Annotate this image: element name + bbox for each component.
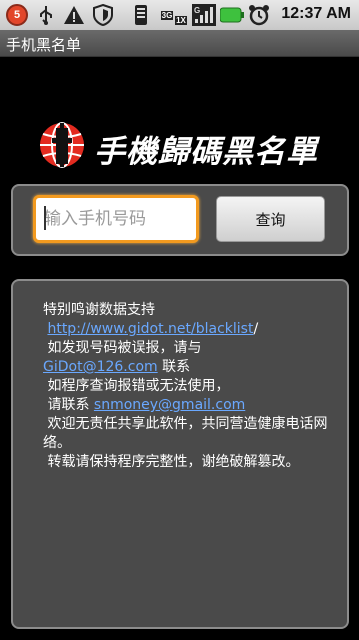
app-title: 手机黑名单 xyxy=(6,36,82,54)
info-integrity: 转载请保持程序完整性，谢绝破解篡改。 xyxy=(43,454,300,470)
info-report: 如发现号码被误报，请与 xyxy=(43,340,202,356)
gidot-email-link[interactable]: GiDot@126.com xyxy=(43,359,158,375)
signal-strength-icon: G xyxy=(192,4,216,26)
info-contact-suffix: 联系 xyxy=(157,359,191,375)
text-cursor xyxy=(44,206,46,230)
phone-number-input[interactable] xyxy=(33,195,199,243)
globe-logo-icon xyxy=(36,120,88,170)
info-link-line: http://www.gidot.net/blacklist/ xyxy=(43,320,343,339)
info-thanks: 特别鸣谢数据支持 xyxy=(43,302,155,318)
status-clock: 12:37 AM xyxy=(281,5,351,22)
info-text: 特别鸣谢数据支持 http://www.gidot.net/blacklist/… xyxy=(43,301,343,472)
shield-icon xyxy=(92,4,114,26)
info-error: 如程序查询报错或无法使用， xyxy=(43,378,230,394)
svg-text:G: G xyxy=(194,6,200,15)
network-1x-icon: 1X xyxy=(175,15,187,25)
info-contact-line: 请联系 snmoney@gmail.com xyxy=(43,396,343,415)
usb-icon xyxy=(36,4,56,26)
alarm-clock-icon xyxy=(248,4,270,26)
info-share: 欢迎无责任共享此软件，共同营造健康电话网络。 xyxy=(43,416,328,451)
app-title-bar: 手机黑名单 xyxy=(0,30,359,57)
battery-icon xyxy=(220,4,244,26)
search-panel: 查询 xyxy=(11,184,349,256)
notification-badge-icon[interactable]: 5 xyxy=(6,4,28,26)
logo-text: 手機歸碼黑名單 xyxy=(94,134,318,170)
warning-icon xyxy=(62,4,86,26)
info-link-suffix: / xyxy=(253,321,259,337)
status-bar: 5 3G 1X G 12:37 AM xyxy=(0,0,359,30)
snmoney-email-link[interactable]: snmoney@gmail.com xyxy=(94,397,245,413)
query-button[interactable]: 查询 xyxy=(216,196,325,242)
phone-vibrate-icon xyxy=(132,4,150,26)
info-contact-prefix: 请联系 xyxy=(43,397,94,413)
gidot-link[interactable]: http://www.gidot.net/blacklist xyxy=(47,321,253,337)
info-panel: 特别鸣谢数据支持 http://www.gidot.net/blacklist/… xyxy=(11,279,349,629)
app-logo: 手機歸碼黑名單 xyxy=(36,120,336,170)
info-email-line: GiDot@126.com 联系 xyxy=(43,358,343,377)
